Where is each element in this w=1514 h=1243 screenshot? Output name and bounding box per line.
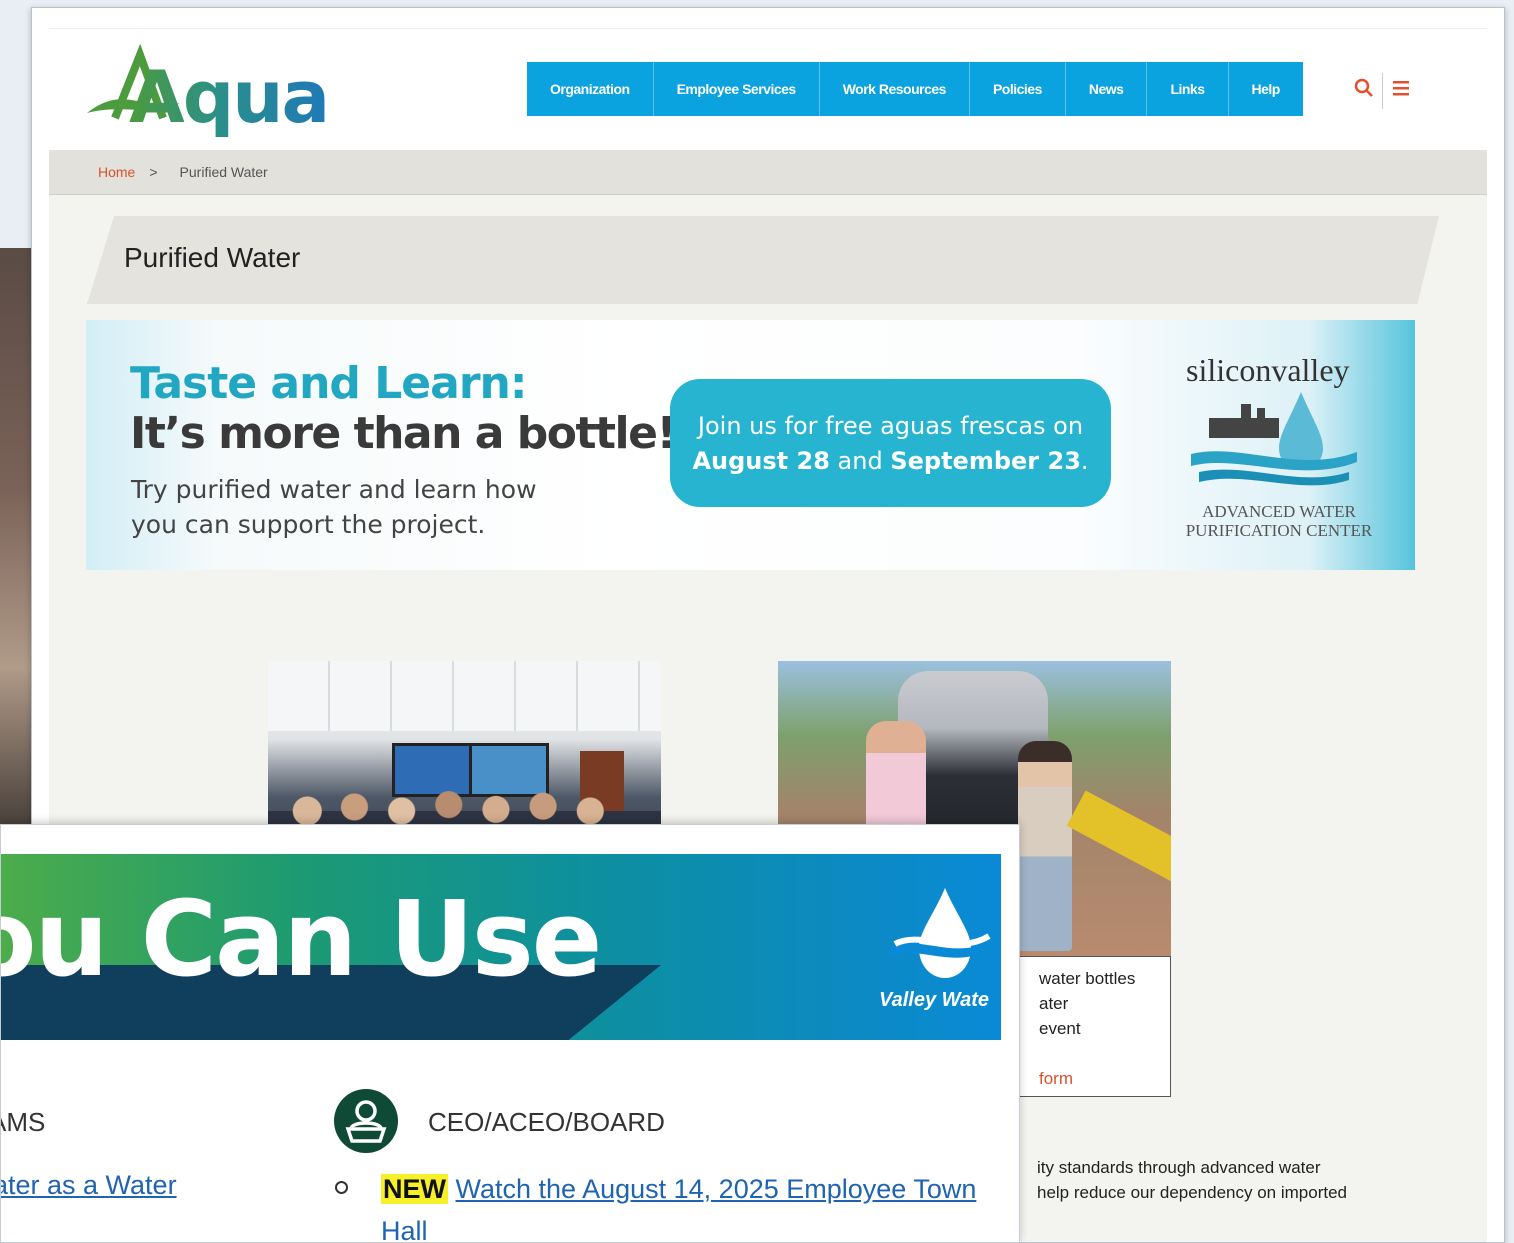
header-tools <box>1346 73 1419 109</box>
siliconvalley-wordmark: siliconvalley <box>1186 352 1350 388</box>
nav-help[interactable]: Help <box>1229 62 1303 116</box>
nav-news[interactable]: News <box>1066 62 1148 116</box>
ceo-column-heading: CEO/ACEO/BOARD <box>428 1107 665 1137</box>
person-podium-icon <box>334 1089 398 1153</box>
banner-subtext: Try purified water and learn how you can… <box>131 475 537 539</box>
pill-line-1: Join us for free aguas frescas on <box>697 412 1084 440</box>
main-nav: Organization Employee Services Work Reso… <box>527 62 1303 116</box>
logo-text: Aqua <box>129 55 330 139</box>
breadcrumb: Home > Purified Water <box>49 150 1487 195</box>
water-drop-skyline-icon <box>1191 392 1357 486</box>
valley-water-drop-icon <box>889 888 991 978</box>
town-hall-link[interactable]: Watch the August 14, 2025 Employee Town … <box>381 1174 976 1242</box>
breadcrumb-home-link[interactable]: Home <box>98 164 135 180</box>
body-line-1: ity standards through advanced water <box>1037 1158 1321 1177</box>
caption-line-2: ater <box>1039 994 1069 1013</box>
photo-curb <box>1066 790 1171 892</box>
photo-woman <box>1018 741 1072 951</box>
aqua-logo[interactable]: Aqua <box>85 43 330 143</box>
caption-line-1: water bottles <box>1039 969 1136 988</box>
taste-and-learn-banner[interactable]: Taste and Learn: It’s more than a bottle… <box>86 320 1415 570</box>
hamburger-menu-icon[interactable] <box>1383 79 1419 103</box>
nav-employee-services[interactable]: Employee Services <box>654 62 820 116</box>
pill-and: and <box>837 447 883 475</box>
site-header: Aqua Organization Employee Services Work… <box>49 28 1487 151</box>
new-badge: NEW <box>381 1174 448 1204</box>
center-line-1: ADVANCED WATER <box>1202 502 1356 521</box>
banner-headline-1: Taste and Learn: <box>130 358 527 409</box>
center-line-2: PURIFICATION CENTER <box>1185 521 1373 540</box>
nav-work-resources[interactable]: Work Resources <box>820 62 970 116</box>
pill-date-2: September 23 <box>890 447 1081 475</box>
newsletter-banner-title: ou Can Use <box>1 878 602 1000</box>
left-column-heading: AMS <box>1 1107 46 1137</box>
page-title: Purified Water <box>124 242 301 273</box>
list-bullet <box>335 1181 348 1194</box>
banner-event-pill: Join us for free aguas frescas on August… <box>670 379 1111 507</box>
pill-end: . <box>1080 447 1089 475</box>
left-column-link[interactable]: ater as a Water <box>1 1170 177 1201</box>
newsletter-banner: ou Can Use Valley Wate <box>1 854 1001 1040</box>
pill-date-1: August 28 <box>692 447 830 475</box>
caption-form-link[interactable]: form <box>1039 1069 1073 1089</box>
nav-policies[interactable]: Policies <box>970 62 1066 116</box>
background-photo-window <box>0 248 32 848</box>
newsletter-window: ou Can Use Valley Wate AMS ater as a Wat… <box>0 824 1020 1243</box>
breadcrumb-current: Purified Water <box>179 164 268 180</box>
caption-line-3: event <box>1039 1019 1081 1038</box>
banner-headline-2: It’s more than a bottle! <box>130 408 677 459</box>
photo-ceiling <box>268 661 661 731</box>
ceo-list-item: NEW Watch the August 14, 2025 Employee T… <box>381 1168 1001 1242</box>
nav-organization[interactable]: Organization <box>527 62 654 116</box>
nav-links[interactable]: Links <box>1147 62 1229 116</box>
search-icon[interactable] <box>1346 78 1382 104</box>
purification-center-label: ADVANCED WATER PURIFICATION CENTER <box>1182 502 1376 540</box>
body-paragraph: ity standards through advanced water hel… <box>1037 1155 1347 1205</box>
valley-water-label: Valley Wate <box>879 989 990 1011</box>
breadcrumb-separator: > <box>149 164 158 180</box>
body-line-2: help reduce our dependency on imported <box>1037 1183 1347 1202</box>
